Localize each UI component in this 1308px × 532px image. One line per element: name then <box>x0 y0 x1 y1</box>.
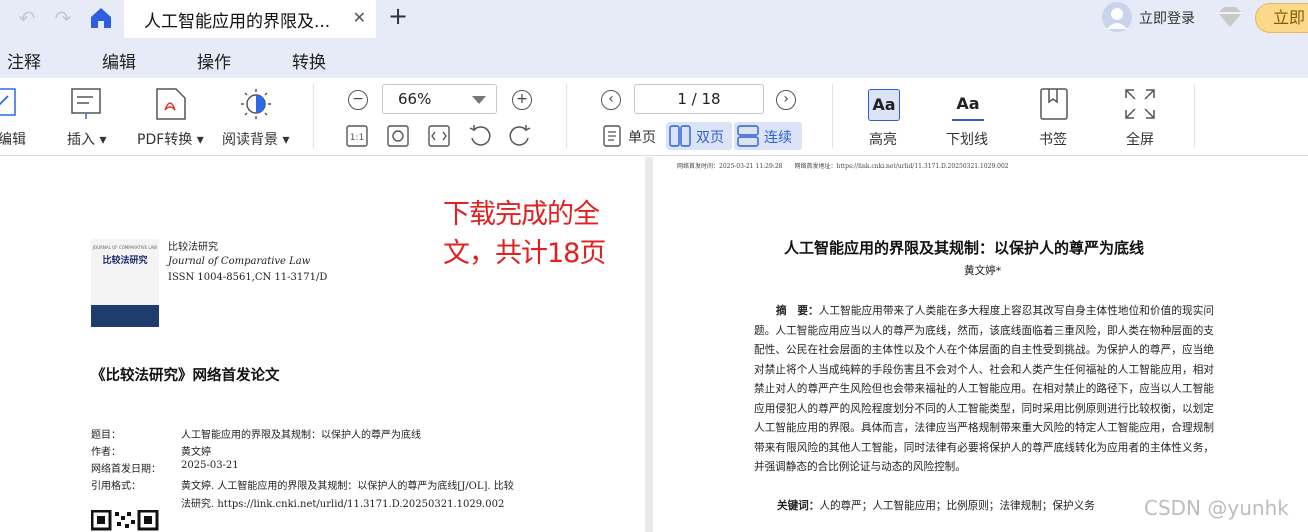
double-page-icon <box>669 125 691 147</box>
paper-author: 黄文婷* <box>964 265 1002 277</box>
overlay-annotation: 下载完成的全文，共计18页 <box>443 199 606 269</box>
edit-label[interactable]: 编辑 <box>0 129 26 149</box>
cover-band <box>91 305 159 327</box>
close-tab-icon[interactable]: ✕ <box>353 8 366 27</box>
abstract-label: 摘 要： <box>776 305 819 317</box>
left-page: 下载完成的全文，共计18页 JOURNAL OF COMPARATIVE LAW… <box>0 157 645 532</box>
reading-background-label: 阅读背景 <box>222 132 278 148</box>
insert-menu[interactable]: 插入 ▾ <box>67 129 106 149</box>
menu-convert[interactable]: 转换 <box>292 48 326 73</box>
continuous-button[interactable]: 连续 <box>734 122 802 150</box>
divider <box>566 84 567 148</box>
tab-title: 人工智能应用的界限及... <box>144 11 331 32</box>
zoom-in-button[interactable]: + <box>512 90 532 110</box>
issn: ISSN 1004-8561,CN 11-3171/D <box>168 272 328 283</box>
fullscreen-icon[interactable] <box>1124 88 1156 120</box>
double-page-label: 双页 <box>696 130 724 146</box>
page-number-input[interactable]: 1 / 18 <box>634 84 764 114</box>
divider <box>1194 84 1195 148</box>
continuous-label: 连续 <box>764 130 792 146</box>
edit-icon[interactable] <box>0 88 16 118</box>
chevron-down-icon <box>472 96 486 104</box>
keywords-text: 人的尊严；人工智能应用；比例原则；法律规制；保护义务 <box>819 500 1095 512</box>
new-tab-icon[interactable]: + <box>388 2 408 30</box>
divider <box>832 84 833 148</box>
reading-background-menu[interactable]: 阅读背景 ▾ <box>222 129 289 149</box>
highlight-label[interactable]: 高亮 <box>869 129 897 149</box>
watermark: CSDN @yunhk <box>1144 496 1289 520</box>
continuous-icon <box>737 125 759 147</box>
meta-author: 黄文婷 <box>181 447 211 458</box>
insert-label: 插入 <box>67 132 95 148</box>
fit-page-icon[interactable] <box>387 125 409 147</box>
avatar[interactable] <box>1102 2 1132 32</box>
meta-label-cite: 引用格式： <box>91 481 141 492</box>
redo-icon[interactable]: ↷ <box>48 4 78 32</box>
double-page-button[interactable]: 双页 <box>666 122 732 150</box>
diamond-icon[interactable] <box>1216 6 1244 28</box>
rotate-right-icon[interactable] <box>508 124 532 148</box>
rotate-left-icon[interactable] <box>468 124 492 148</box>
reading-background-icon[interactable] <box>240 88 272 120</box>
abstract-text: 人工智能应用带来了人类能在多大程度上容忍其改写自身主体性地位和价值的现实问题。人… <box>754 305 1215 473</box>
divider <box>313 84 314 148</box>
menu-edit[interactable]: 编辑 <box>102 48 136 73</box>
actual-size-icon[interactable]: 1:1 <box>346 125 368 147</box>
login-link[interactable]: 立即登录 <box>1139 8 1195 28</box>
pdf-convert-icon[interactable] <box>156 88 186 120</box>
keywords: 关键词：人的尊严；人工智能应用；比例原则；法律规制；保护义务 <box>777 498 1095 513</box>
title-bar: ↶ ↷ 人工智能应用的界限及... ✕ + 立即登录 立即 <box>0 0 1308 38</box>
paper-title: 人工智能应用的界限及其规制：以保护人的尊严为底线 <box>784 239 1145 257</box>
menu-operate[interactable]: 操作 <box>197 48 231 73</box>
meta-citation-line1: 黄文婷. 人工智能应用的界限及其规制：以保护人的尊严为底线[J/OL]. 比较 <box>181 481 514 492</box>
abstract: 摘 要：人工智能应用带来了人类能在多大程度上容忍其改写自身主体性地位和价值的现实… <box>754 302 1214 478</box>
pdf-convert-menu[interactable]: PDF转换 ▾ <box>137 129 204 149</box>
meta-label-title: 题目： <box>91 430 121 441</box>
bookmark-label[interactable]: 书签 <box>1039 129 1067 149</box>
fit-width-icon[interactable] <box>428 125 450 147</box>
cover-title: 比较法研究 <box>102 256 148 266</box>
prev-page-button[interactable]: ‹ <box>601 90 621 110</box>
single-page-icon <box>603 125 621 147</box>
journal-name-cn: 比较法研究 <box>168 242 218 253</box>
single-page-button[interactable]: 单页 <box>600 122 662 150</box>
zoom-value: 66% <box>398 90 432 108</box>
journal-cover-image: JOURNAL OF COMPARATIVE LAW 比较法研究 <box>91 239 159 327</box>
vip-button[interactable]: 立即 <box>1255 3 1308 33</box>
page-header: 网络首发时间：2025-03-21 11:29:28 网络首发地址：https:… <box>677 163 1009 170</box>
bookmark-icon[interactable] <box>1040 88 1068 120</box>
journal-name-en: Journal of Comparative Law <box>168 256 311 267</box>
meta-label-date: 网络首发日期： <box>91 464 161 475</box>
keywords-label: 关键词： <box>777 500 820 512</box>
insert-icon[interactable] <box>71 88 101 120</box>
zoom-select[interactable]: 66% <box>382 84 497 114</box>
page-heading: 《比较法研究》网络首发论文 <box>91 367 280 384</box>
menu-annotate[interactable]: 注释 <box>7 48 41 73</box>
pdf-convert-label: PDF转换 <box>137 132 193 148</box>
undo-icon[interactable]: ↶ <box>12 4 42 32</box>
underline-icon[interactable]: Aa <box>952 89 984 121</box>
cover-subtitle: JOURNAL OF COMPARATIVE LAW <box>92 245 158 250</box>
meta-label-author: 作者： <box>91 447 121 458</box>
home-icon[interactable] <box>88 6 114 30</box>
meta-citation-line2: 法研究. https://link.cnki.net/urlid/11.3171… <box>181 499 505 510</box>
zoom-out-button[interactable]: − <box>348 90 368 110</box>
fullscreen-label[interactable]: 全屏 <box>1126 129 1154 149</box>
highlight-icon[interactable]: Aa <box>868 89 900 121</box>
next-page-button[interactable]: › <box>776 90 796 110</box>
document-view[interactable]: 下载完成的全文，共计18页 JOURNAL OF COMPARATIVE LAW… <box>0 157 1308 532</box>
underline-label[interactable]: 下划线 <box>946 129 988 149</box>
toolbar: 编辑 插入 ▾ PDF转换 ▾ 阅读背景 ▾ − 66% + 1:1 ‹ 1 /… <box>0 78 1308 156</box>
document-tab[interactable]: 人工智能应用的界限及... ✕ <box>124 0 376 38</box>
meta-title: 人工智能应用的界限及其规制：以保护人的尊严为底线 <box>181 430 421 441</box>
svg-text:1:1: 1:1 <box>350 133 364 143</box>
meta-date: 2025-03-21 <box>181 460 239 471</box>
single-page-label: 单页 <box>628 130 656 146</box>
qr-code-image <box>91 510 159 531</box>
menu-bar: 注释 编辑 操作 转换 <box>0 38 1308 78</box>
